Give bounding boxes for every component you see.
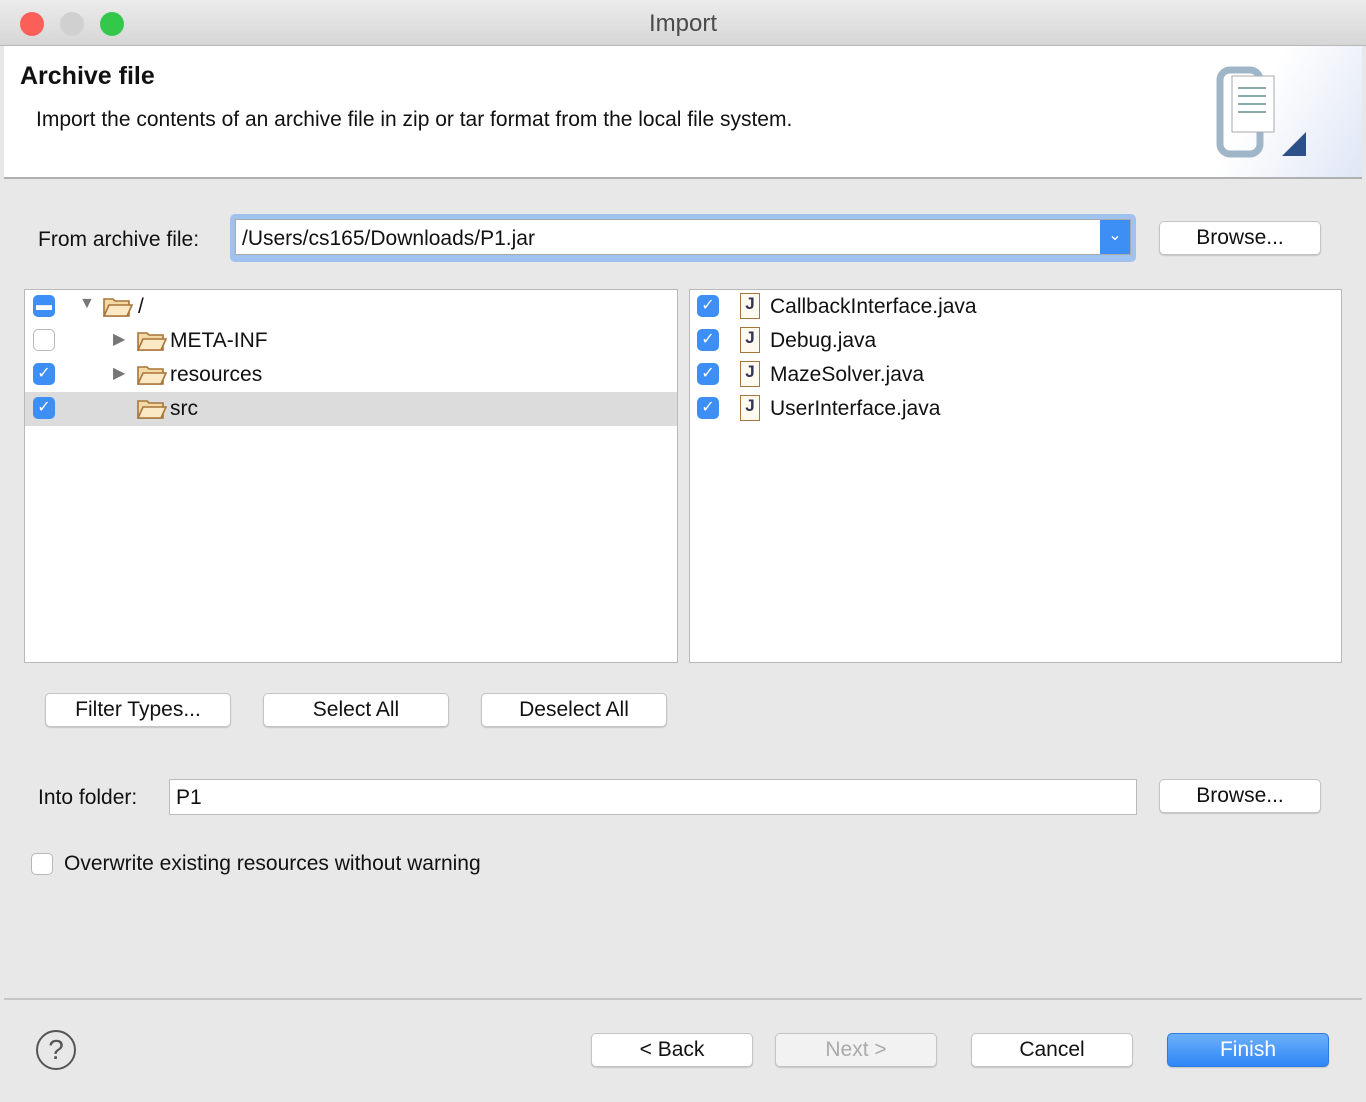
file-item-label: UserInterface.java: [770, 397, 941, 420]
tree-item[interactable]: ✓ ▶ resources: [25, 358, 677, 392]
next-button[interactable]: Next >: [775, 1033, 937, 1067]
page-description: Import the contents of an archive file i…: [36, 108, 793, 131]
archive-file-label: From archive file:: [38, 228, 200, 251]
filter-types-button[interactable]: Filter Types...: [45, 693, 231, 727]
tree-item[interactable]: ▶ META-INF: [25, 324, 677, 358]
file-item-label: Debug.java: [770, 329, 877, 352]
folder-icon: [136, 363, 168, 391]
file-list[interactable]: ✓ J CallbackInterface.java ✓ J Debug.java…: [689, 289, 1342, 663]
help-icon[interactable]: ?: [36, 1030, 76, 1070]
tree-item[interactable]: ▬ ▼ /: [25, 290, 677, 324]
tree-item[interactable]: ✓ src: [25, 392, 677, 426]
footer-divider: [4, 998, 1362, 1000]
chevron-down-icon[interactable]: ⌄: [1100, 220, 1130, 254]
select-all-button[interactable]: Select All: [263, 693, 449, 727]
wizard-header: Archive file Import the contents of an a…: [4, 46, 1362, 179]
deselect-all-button[interactable]: Deselect All: [481, 693, 667, 727]
folder-browse-button[interactable]: Browse...: [1159, 779, 1321, 813]
file-item-label: MazeSolver.java: [770, 363, 925, 386]
file-checkbox[interactable]: ✓: [697, 397, 719, 419]
window-title: Import: [648, 10, 717, 37]
into-folder-input[interactable]: P1: [169, 779, 1137, 815]
tree-checkbox[interactable]: ✓: [33, 363, 55, 385]
tree-checkbox[interactable]: ✓: [33, 397, 55, 419]
back-button[interactable]: < Back: [591, 1033, 753, 1067]
file-checkbox[interactable]: ✓: [697, 295, 719, 317]
tree-item-label: src: [170, 397, 198, 420]
folder-icon: [102, 295, 134, 323]
folder-icon: [136, 329, 168, 357]
tree-item-label: resources: [170, 363, 263, 386]
file-item[interactable]: ✓ J MazeSolver.java: [690, 358, 1341, 392]
archive-file-input[interactable]: /Users/cs165/Downloads/P1.jar: [242, 227, 535, 251]
file-item[interactable]: ✓ J CallbackInterface.java: [690, 290, 1341, 324]
into-folder-label: Into folder:: [38, 786, 138, 809]
tree-item-label: META-INF: [170, 329, 268, 352]
archive-file-combo[interactable]: /Users/cs165/Downloads/P1.jar ⌄: [230, 214, 1136, 262]
title-bar: Import: [0, 0, 1366, 46]
folder-tree[interactable]: ▬ ▼ / ▶ META-INF ✓ ▶ resources ✓ src: [24, 289, 678, 663]
java-file-icon: J: [740, 361, 760, 387]
file-checkbox[interactable]: ✓: [697, 363, 719, 385]
overwrite-checkbox[interactable]: [31, 853, 53, 875]
java-file-icon: J: [740, 293, 760, 319]
archive-browse-button[interactable]: Browse...: [1159, 221, 1321, 255]
java-file-icon: J: [740, 327, 760, 353]
collapsed-arrow-icon[interactable]: ▶: [113, 329, 125, 349]
folder-icon: [136, 397, 168, 425]
file-item[interactable]: ✓ J Debug.java: [690, 324, 1341, 358]
tree-checkbox[interactable]: [33, 329, 55, 351]
file-item[interactable]: ✓ J UserInterface.java: [690, 392, 1341, 426]
java-file-icon: J: [740, 395, 760, 421]
finish-button[interactable]: Finish: [1167, 1033, 1329, 1067]
overwrite-label: Overwrite existing resources without war…: [64, 852, 481, 875]
expanded-arrow-icon[interactable]: ▼: [79, 295, 95, 313]
cancel-button[interactable]: Cancel: [971, 1033, 1133, 1067]
archive-import-icon: [1184, 46, 1362, 177]
tree-item-label: /: [138, 295, 144, 318]
tree-checkbox[interactable]: ▬: [33, 295, 55, 317]
file-item-label: CallbackInterface.java: [770, 295, 977, 318]
file-checkbox[interactable]: ✓: [697, 329, 719, 351]
page-title: Archive file: [20, 62, 155, 90]
collapsed-arrow-icon[interactable]: ▶: [113, 363, 125, 383]
